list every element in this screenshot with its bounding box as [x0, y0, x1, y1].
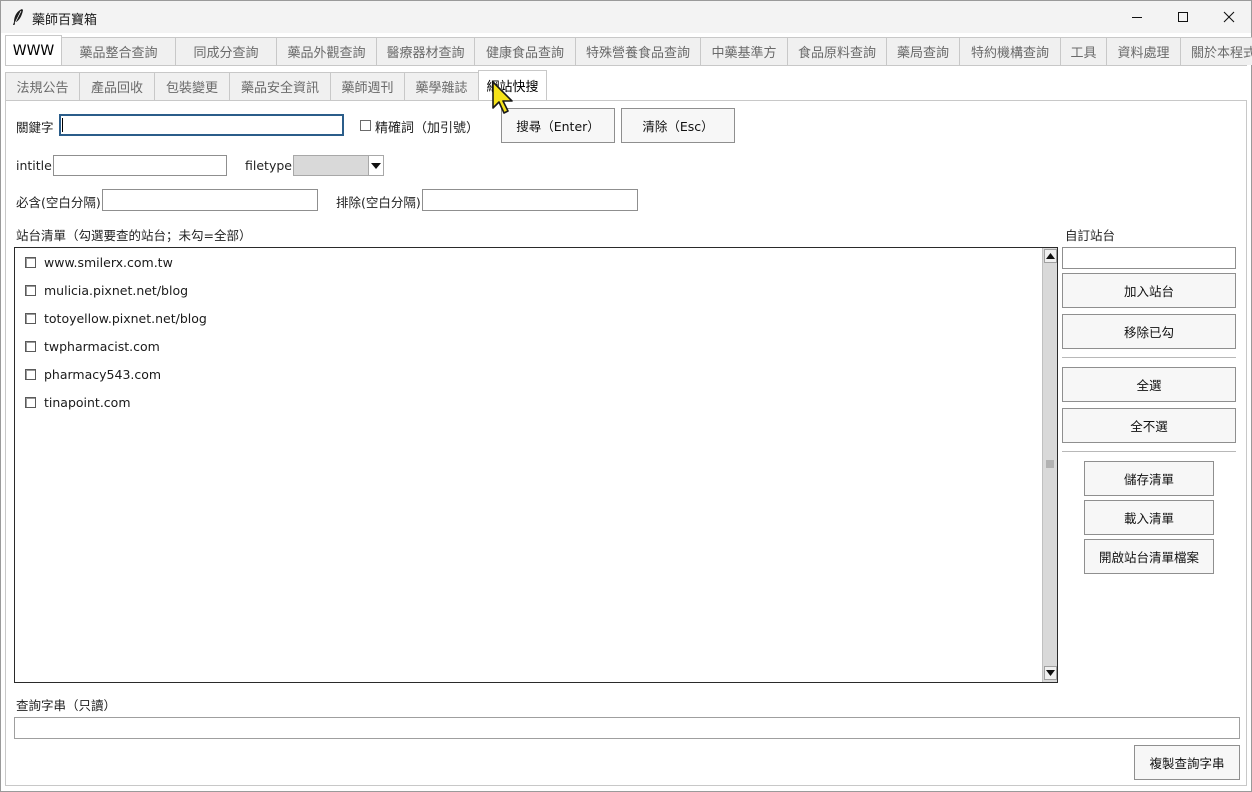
- save-list-button[interactable]: 儲存清單: [1084, 461, 1214, 496]
- load-list-button[interactable]: 載入清單: [1084, 500, 1214, 535]
- select-all-button[interactable]: 全選: [1062, 367, 1236, 402]
- close-button[interactable]: [1206, 1, 1252, 33]
- site-checkbox[interactable]: [25, 312, 36, 324]
- exact-phrase-label: 精確詞（加引號）: [375, 121, 480, 136]
- window-title: 藥師百寶箱: [32, 13, 98, 28]
- add-site-button[interactable]: 加入站台: [1062, 273, 1236, 308]
- copy-query-button[interactable]: 複製查詢字串: [1134, 745, 1240, 780]
- app-window: 藥師百寶箱 WWW 藥品整合查詢 同成分查詢 藥品外觀查詢 醫療器材查詢 健康食…: [0, 0, 1252, 792]
- main-tab-divider: [5, 65, 1247, 66]
- tab-pharmacy-search[interactable]: 藥局查詢: [886, 37, 960, 65]
- site-label: totoyellow.pixnet.net/blog: [44, 310, 207, 326]
- site-label: pharmacy543.com: [44, 366, 162, 382]
- side-divider: [1062, 451, 1236, 452]
- scroll-up-button[interactable]: [1044, 249, 1057, 263]
- custom-site-input[interactable]: [1062, 247, 1236, 269]
- site-checkbox[interactable]: [25, 340, 36, 352]
- text-caret: [62, 118, 63, 132]
- tab-www[interactable]: WWW: [5, 35, 62, 65]
- tab-about[interactable]: 關於本程式: [1180, 37, 1252, 65]
- intitle-input[interactable]: [53, 155, 227, 176]
- exact-phrase-checkbox[interactable]: [360, 120, 371, 131]
- exclude-label: 排除(空白分隔): [336, 195, 421, 210]
- site-list-header: 站台清單（勾選要查的站台；未勾=全部）: [16, 228, 252, 243]
- site-checkbox[interactable]: [25, 284, 36, 296]
- close-icon: [1223, 11, 1235, 23]
- sub-tab-bar: 法規公告 產品回收 包裝變更 藥品安全資訊 藥師週刊 藥學雜誌 網站快搜: [5, 70, 547, 101]
- tab-product-recall[interactable]: 產品回收: [79, 72, 155, 100]
- clear-button[interactable]: 清除（Esc）: [621, 108, 735, 143]
- filetype-select[interactable]: [293, 155, 384, 176]
- tab-pharmacy-journal[interactable]: 藥學雜誌: [404, 72, 479, 100]
- feather-icon: [13, 9, 23, 25]
- site-list: www.smilerx.com.tw mulicia.pixnet.net/bl…: [14, 247, 1058, 683]
- minimize-icon: [1132, 17, 1142, 18]
- tab-pharmacist-weekly[interactable]: 藥師週刊: [330, 72, 405, 100]
- remove-checked-button[interactable]: 移除已勾: [1062, 314, 1236, 349]
- intitle-label: intitle: [16, 158, 52, 173]
- include-input[interactable]: [102, 189, 318, 211]
- scroll-down-icon: [1046, 670, 1055, 676]
- tab-drug-appearance-search[interactable]: 藥品外觀查詢: [276, 37, 377, 65]
- scroll-down-button[interactable]: [1044, 666, 1057, 680]
- site-label: tinapoint.com: [44, 394, 131, 410]
- tab-drug-safety-info[interactable]: 藥品安全資訊: [229, 72, 331, 100]
- tab-special-nutrition-search[interactable]: 特殊營養食品查詢: [575, 37, 701, 65]
- custom-site-label: 自訂站台: [1065, 228, 1116, 243]
- exclude-input[interactable]: [422, 189, 638, 211]
- side-divider: [1062, 357, 1236, 358]
- search-button[interactable]: 搜尋（Enter）: [501, 108, 615, 143]
- site-item[interactable]: www.smilerx.com.tw: [25, 253, 173, 271]
- site-item[interactable]: pharmacy543.com: [25, 365, 161, 383]
- site-item[interactable]: tinapoint.com: [25, 393, 131, 411]
- tab-data-processing[interactable]: 資料處理: [1106, 37, 1181, 65]
- site-checkbox[interactable]: [25, 368, 36, 380]
- site-item[interactable]: mulicia.pixnet.net/blog: [25, 281, 188, 299]
- site-item[interactable]: totoyellow.pixnet.net/blog: [25, 309, 207, 327]
- site-item[interactable]: twpharmacist.com: [25, 337, 160, 355]
- site-label: mulicia.pixnet.net/blog: [44, 282, 189, 298]
- grip-icon[interactable]: [1046, 460, 1054, 468]
- maximize-button[interactable]: [1160, 1, 1206, 33]
- minimize-button[interactable]: [1114, 1, 1160, 33]
- keyword-label: 關鍵字: [16, 120, 54, 135]
- site-checkbox[interactable]: [25, 256, 36, 268]
- filetype-dropdown-button[interactable]: [368, 156, 383, 175]
- tab-food-ingredient-search[interactable]: 食品原料查詢: [787, 37, 887, 65]
- include-label: 必含(空白分隔): [16, 195, 101, 210]
- tab-tools[interactable]: 工具: [1060, 37, 1107, 65]
- open-site-list-file-button[interactable]: 開啟站台清單檔案: [1084, 539, 1214, 574]
- title-bar: 藥師百寶箱: [1, 1, 1251, 33]
- site-list-scrollbar[interactable]: [1042, 248, 1057, 682]
- select-none-button[interactable]: 全不選: [1062, 408, 1236, 443]
- filetype-label: filetype: [245, 158, 292, 173]
- site-checkbox[interactable]: [25, 396, 36, 408]
- main-tab-bar: WWW 藥品整合查詢 同成分查詢 藥品外觀查詢 醫療器材查詢 健康食品查詢 特殊…: [5, 35, 1252, 66]
- maximize-icon: [1178, 12, 1188, 22]
- site-label: twpharmacist.com: [44, 338, 160, 354]
- tab-regulation-notice[interactable]: 法規公告: [5, 72, 80, 100]
- tab-same-ingredient-search[interactable]: 同成分查詢: [175, 37, 277, 65]
- keyword-input[interactable]: [59, 114, 344, 136]
- tab-contracted-institution-search[interactable]: 特約機構查詢: [959, 37, 1061, 65]
- tab-packaging-change[interactable]: 包裝變更: [154, 72, 230, 100]
- scroll-up-icon: [1046, 253, 1055, 259]
- site-label: www.smilerx.com.tw: [44, 254, 173, 270]
- query-string-field[interactable]: [14, 717, 1240, 739]
- pointer-cursor-icon: [492, 81, 513, 114]
- tab-health-food-search[interactable]: 健康食品查詢: [474, 37, 576, 65]
- tab-drug-integrated-search[interactable]: 藥品整合查詢: [61, 37, 176, 65]
- query-string-label: 查詢字串（只讀）: [16, 698, 117, 713]
- tab-chinese-medicine-formula[interactable]: 中藥基準方: [700, 37, 788, 65]
- tab-medical-device-search[interactable]: 醫療器材查詢: [376, 37, 475, 65]
- chevron-down-icon: [371, 162, 381, 169]
